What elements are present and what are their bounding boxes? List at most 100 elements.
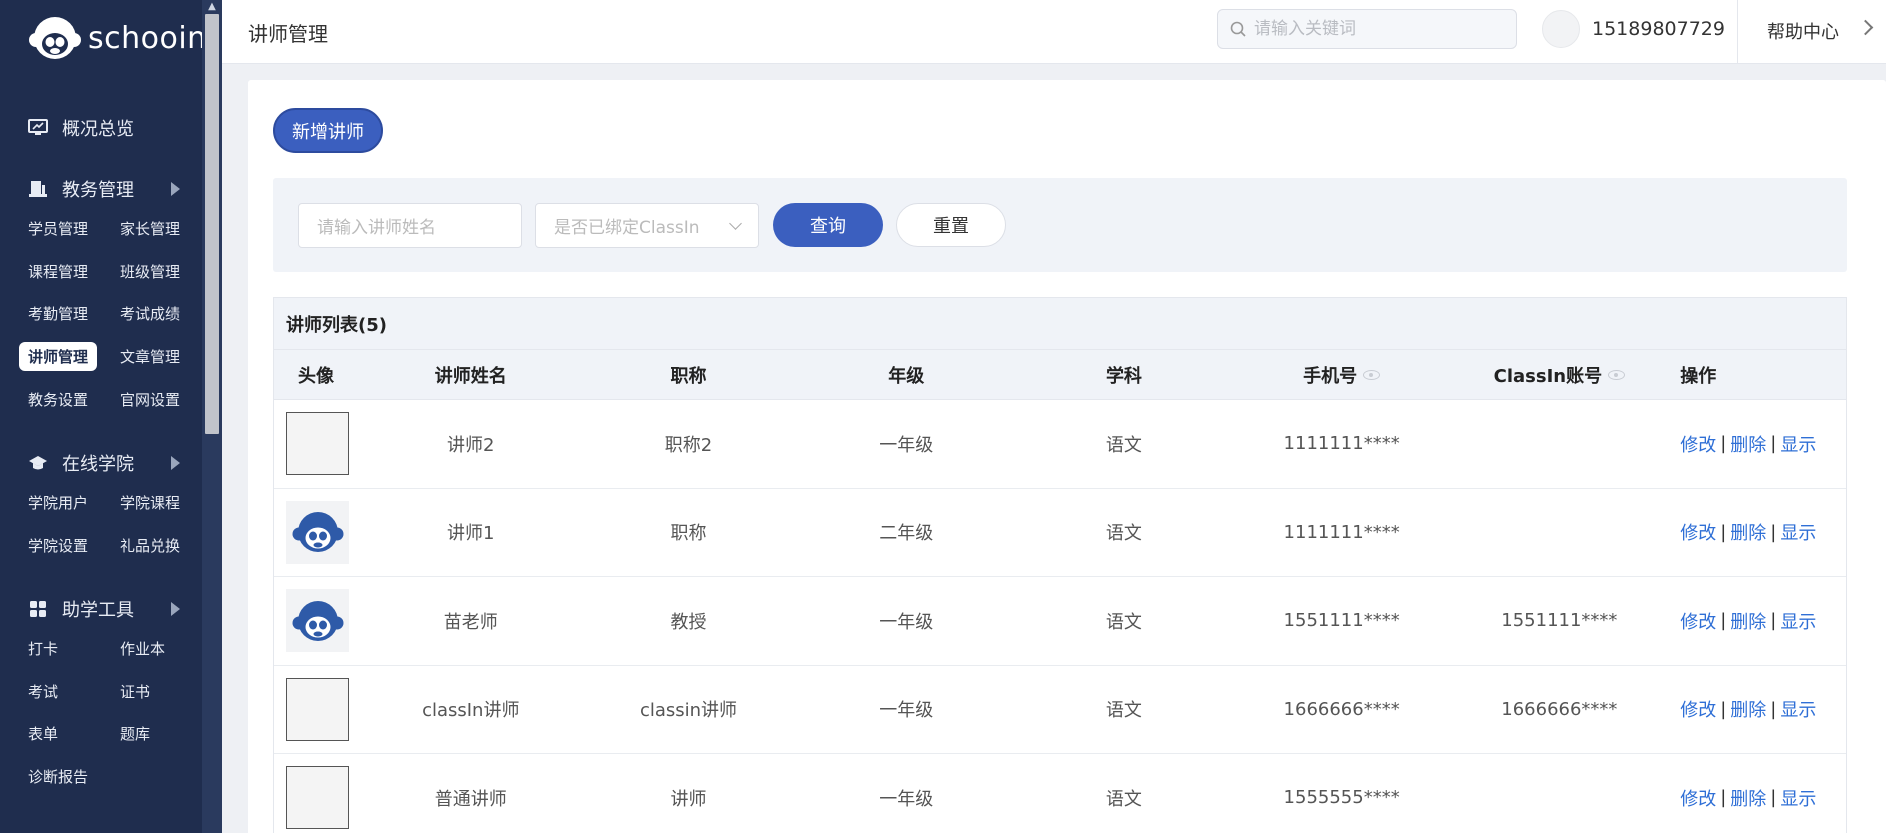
- cell-name: 普通讲师: [434, 788, 507, 810]
- cell-avatar: [274, 489, 362, 577]
- reset-button[interactable]: 重置: [896, 203, 1006, 247]
- sidebar-section-head-online-academy[interactable]: 在线学院: [0, 445, 202, 481]
- sidebar-item-parents[interactable]: 家长管理: [110, 207, 202, 250]
- table-header: 头像 讲师姓名 职称 年级 学科 手机号 ClassIn账号 操作: [274, 350, 1846, 400]
- sidebar-item-certificate[interactable]: 证书: [110, 670, 202, 713]
- teacher-name-input[interactable]: 请输入讲师姓名: [298, 203, 522, 248]
- delete-link[interactable]: 删除: [1730, 431, 1766, 457]
- classin-bind-placeholder: 是否已绑定ClassIn: [554, 218, 700, 238]
- query-button[interactable]: 查询: [773, 203, 883, 247]
- caret-right-icon: [171, 456, 180, 470]
- show-link[interactable]: 显示: [1780, 608, 1816, 634]
- book-icon: [28, 179, 48, 199]
- sidebar-item-academic-settings[interactable]: 教务设置: [18, 378, 110, 421]
- header-divider: [1737, 0, 1738, 64]
- sidebar-item-teachers[interactable]: 讲师管理: [18, 335, 110, 378]
- col-subject: 学科: [1105, 365, 1142, 387]
- sidebar-section-online-academy: 在线学院 学院用户 学院课程 学院设置 礼品兑换: [0, 445, 202, 566]
- avatar: [286, 412, 349, 476]
- chevron-down-icon: [729, 217, 742, 230]
- search-box[interactable]: [1217, 9, 1517, 49]
- cell-name: 苗老师: [443, 611, 498, 633]
- cell-ops: 修改 | 删除 | 显示: [1668, 666, 1846, 754]
- cell-title: 讲师: [670, 788, 707, 810]
- sidebar-section-head-tools[interactable]: 助学工具: [0, 591, 202, 627]
- classin-bind-select[interactable]: 是否已绑定ClassIn: [535, 203, 759, 248]
- scroll-up-icon[interactable]: ▲: [202, 0, 222, 14]
- ops-separator: |: [1720, 698, 1727, 720]
- sidebar-menu: schooin 概况总览 教务管理 学员管理 家长管理 课程管理 班级管理 考勤…: [0, 0, 206, 833]
- delete-link[interactable]: 删除: [1730, 608, 1766, 634]
- delete-link[interactable]: 删除: [1730, 519, 1766, 545]
- edit-link[interactable]: 修改: [1680, 519, 1716, 545]
- cell-avatar: [274, 400, 362, 488]
- user-avatar[interactable]: [1542, 10, 1580, 48]
- show-link[interactable]: 显示: [1780, 431, 1816, 457]
- cell-grade: 一年级: [879, 700, 934, 722]
- delete-link[interactable]: 删除: [1730, 696, 1766, 722]
- search-input[interactable]: [1254, 19, 1494, 39]
- edit-link[interactable]: 修改: [1680, 608, 1716, 634]
- sidebar-item-gift-exchange[interactable]: 礼品兑换: [110, 524, 202, 567]
- sidebar-section-head-overview[interactable]: 概况总览: [0, 110, 202, 146]
- chevron-right-icon[interactable]: [1857, 19, 1874, 36]
- sidebar-item-diagnosis-report[interactable]: 诊断报告: [18, 755, 110, 798]
- col-ops: 操作: [1680, 365, 1717, 387]
- scrollbar-thumb[interactable]: [205, 14, 219, 434]
- sidebar-item-question-bank[interactable]: 题库: [110, 712, 202, 755]
- ops-separator: |: [1770, 433, 1777, 455]
- cell-grade: 一年级: [879, 611, 934, 633]
- cell-name: 讲师2: [447, 434, 495, 456]
- sidebar-item-courses[interactable]: 课程管理: [18, 250, 110, 293]
- cell-classin: [1451, 400, 1669, 488]
- show-link[interactable]: 显示: [1780, 696, 1816, 722]
- sidebar-item-classes[interactable]: 班级管理: [110, 250, 202, 293]
- monkey-avatar-icon: [292, 512, 343, 553]
- ops-separator: |: [1720, 610, 1727, 632]
- add-teacher-button[interactable]: 新增讲师: [273, 108, 383, 153]
- ops-separator: |: [1770, 521, 1777, 543]
- brand-name: schooin: [88, 20, 207, 56]
- eye-icon[interactable]: [1608, 369, 1626, 380]
- show-link[interactable]: 显示: [1780, 519, 1816, 545]
- col-phone: 手机号: [1233, 350, 1451, 399]
- cell-subject: 语文: [1105, 523, 1142, 545]
- sidebar-item-academy-users[interactable]: 学院用户: [18, 481, 110, 524]
- help-center-link[interactable]: 帮助中心: [1767, 18, 1839, 44]
- table-row: classIn讲师 classin讲师 一年级 语文 1666666**** 166666…: [274, 665, 1846, 754]
- avatar: [286, 677, 349, 741]
- col-classin: ClassIn账号: [1451, 350, 1669, 399]
- sidebar-item-students[interactable]: 学员管理: [18, 207, 110, 250]
- table-row: 讲师2 职称2 一年级 语文 1111111**** 修改 | 删除 | 显示: [274, 400, 1846, 489]
- sidebar-item-exam[interactable]: 考试: [18, 670, 110, 713]
- sidebar-item-checkin[interactable]: 打卡: [18, 627, 110, 670]
- table-row: 苗老师 教授 一年级 语文 1551111**** 1551111**** 修改 | 删除 | 显示: [274, 577, 1846, 666]
- sidebar-item-attendance[interactable]: 考勤管理: [18, 292, 110, 335]
- cell-name: 讲师1: [447, 523, 495, 545]
- sidebar-item-academy-courses[interactable]: 学院课程: [110, 481, 202, 524]
- grid-icon: [28, 599, 48, 619]
- show-link[interactable]: 显示: [1780, 785, 1816, 811]
- delete-link[interactable]: 删除: [1730, 785, 1766, 811]
- sidebar-item-form[interactable]: 表单: [18, 712, 110, 755]
- sidebar-item-academy-settings[interactable]: 学院设置: [18, 524, 110, 567]
- edit-link[interactable]: 修改: [1680, 696, 1716, 722]
- col-grade: 年级: [888, 365, 925, 387]
- sidebar-item-website-settings[interactable]: 官网设置: [110, 378, 202, 421]
- sidebar-item-articles[interactable]: 文章管理: [110, 335, 202, 378]
- sidebar-item-homework[interactable]: 作业本: [110, 627, 202, 670]
- cell-phone: 1555555****: [1283, 787, 1400, 809]
- cell-phone: 1111111****: [1283, 521, 1400, 543]
- sidebar-scrollbar[interactable]: ▲: [202, 0, 222, 833]
- user-phone[interactable]: 15189807729: [1592, 18, 1725, 40]
- edit-link[interactable]: 修改: [1680, 785, 1716, 811]
- sidebar-section-head-academic[interactable]: 教务管理: [0, 171, 202, 207]
- brand-logo[interactable]: schooin: [28, 14, 207, 62]
- eye-icon[interactable]: [1363, 369, 1381, 380]
- cell-subject: 语文: [1105, 434, 1142, 456]
- cell-phone: 1111111****: [1283, 433, 1400, 455]
- sidebar: schooin 概况总览 教务管理 学员管理 家长管理 课程管理 班级管理 考勤…: [0, 0, 222, 833]
- edit-link[interactable]: 修改: [1680, 431, 1716, 457]
- cell-title: classin讲师: [639, 700, 738, 722]
- sidebar-item-exam-scores[interactable]: 考试成绩: [110, 292, 202, 335]
